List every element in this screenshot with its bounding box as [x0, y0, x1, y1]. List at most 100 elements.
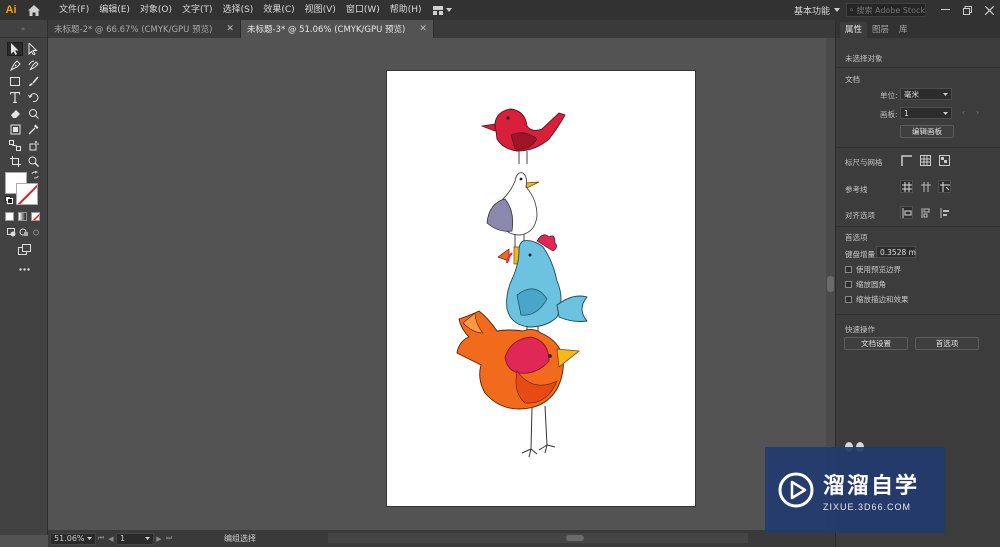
- chevron-down-icon: [87, 537, 92, 540]
- rotate-tool[interactable]: [25, 90, 41, 104]
- pen-tool[interactable]: [7, 58, 23, 72]
- close-icon[interactable]: ✕: [419, 24, 427, 34]
- none-slash-icon: [32, 213, 39, 220]
- tab-libraries[interactable]: 库: [894, 22, 913, 38]
- more-dots-icon: [18, 267, 30, 271]
- rotate-icon: [27, 92, 38, 102]
- birds-illustration[interactable]: [387, 71, 697, 508]
- edit-artboards-button[interactable]: 编辑画板: [900, 125, 954, 138]
- document-tab-3[interactable]: 未标题-3* @ 51.06% (CMYK/GPU 预览) ✕: [240, 20, 434, 38]
- last-artboard-button[interactable]: ⏭: [164, 534, 174, 543]
- stock-search-input[interactable]: 搜索 Adobe Stock: [846, 3, 926, 17]
- warp-icon: [28, 108, 39, 119]
- scale-corners-checkbox[interactable]: 缩放圆角: [845, 279, 886, 290]
- paintbrush-tool[interactable]: [25, 74, 41, 88]
- curvature-tool[interactable]: [25, 58, 41, 72]
- prev-artboard-arrow[interactable]: ‹: [962, 108, 965, 117]
- free-transform-tool[interactable]: [7, 122, 23, 136]
- first-artboard-button[interactable]: ⏮: [96, 534, 106, 543]
- scale-tool[interactable]: [25, 106, 41, 120]
- draw-inside-mode[interactable]: [28, 225, 44, 239]
- close-icon[interactable]: ✕: [226, 24, 234, 34]
- show-guides-icon[interactable]: [900, 180, 913, 193]
- artboard-tool[interactable]: [7, 154, 23, 168]
- eraser-tool[interactable]: [7, 106, 23, 120]
- tab-layers[interactable]: 图层: [867, 22, 894, 38]
- transparency-grid-icon[interactable]: [938, 154, 951, 167]
- grid-icon[interactable]: [919, 154, 932, 167]
- zoom-tool[interactable]: [25, 154, 41, 168]
- scale-strokes-effects-checkbox[interactable]: 缩放描边和效果: [845, 294, 909, 305]
- smart-guides-icon[interactable]: [938, 180, 951, 193]
- home-icon[interactable]: [22, 0, 46, 20]
- artboard-icon: [9, 155, 21, 167]
- artboard-dropdown[interactable]: 1: [900, 107, 952, 119]
- align-to-selection-icon[interactable]: [900, 206, 913, 219]
- type-tool[interactable]: [7, 90, 23, 104]
- arrange-documents-button[interactable]: [432, 5, 452, 15]
- pen-icon: [9, 59, 21, 71]
- search-placeholder: 搜索 Adobe Stock: [856, 5, 925, 15]
- document-setup-button[interactable]: 文档设置: [844, 337, 908, 350]
- horizontal-scroll-thumb[interactable]: [566, 535, 584, 541]
- toolbar-collapse-grip[interactable]: »: [0, 20, 47, 38]
- color-mode-button[interactable]: [5, 212, 14, 221]
- swap-fill-stroke-icon[interactable]: [31, 170, 39, 179]
- current-tool-status[interactable]: 编组选择: [224, 533, 256, 544]
- align-to-key-object-icon[interactable]: [919, 206, 932, 219]
- zoom-level-field[interactable]: 51.06%: [50, 532, 96, 545]
- blend-icon: [9, 139, 21, 151]
- document-tabbar: 未标题-2* @ 66.67% (CMYK/GPU 预览) ✕ 未标题-3* @…: [48, 20, 835, 38]
- workspace-switcher[interactable]: 基本功能: [790, 4, 834, 17]
- close-window-button[interactable]: [978, 0, 1000, 20]
- menu-type[interactable]: 文字(T): [177, 0, 218, 20]
- watermark-url: ZIXUE.3D66.COM: [823, 502, 912, 512]
- artboard[interactable]: [386, 70, 696, 507]
- artboard-label: 画板:: [880, 110, 898, 119]
- canvas-area[interactable]: [48, 38, 826, 530]
- menu-help[interactable]: 帮助(H): [385, 0, 427, 20]
- quick-actions-label: 快速操作: [845, 325, 875, 334]
- menu-select[interactable]: 选择(S): [218, 0, 259, 20]
- rectangle-tool[interactable]: [7, 74, 23, 88]
- keyboard-increment-input[interactable]: 0.3528 m: [876, 246, 916, 258]
- ruler-icon[interactable]: [900, 154, 913, 167]
- menu-object[interactable]: 对象(O): [135, 0, 177, 20]
- screen-mode-button[interactable]: [16, 242, 32, 256]
- menu-view[interactable]: 视图(V): [300, 0, 341, 20]
- blend-tool[interactable]: [7, 138, 23, 152]
- gradient-mode-button[interactable]: [18, 212, 27, 221]
- default-colors-icon[interactable]: [5, 196, 13, 204]
- menu-file[interactable]: 文件(F): [54, 0, 94, 20]
- next-artboard-arrow[interactable]: ›: [976, 108, 979, 117]
- sprayer-icon: [29, 140, 39, 150]
- eyedropper-tool[interactable]: [25, 122, 41, 136]
- artboard-number-field[interactable]: 1: [116, 532, 154, 545]
- document-tab-2[interactable]: 未标题-2* @ 66.67% (CMYK/GPU 预览) ✕: [48, 20, 241, 38]
- horizontal-scrollbar[interactable]: [328, 533, 748, 543]
- menu-edit[interactable]: 编辑(E): [94, 0, 135, 20]
- play-logo-icon: [778, 472, 814, 508]
- next-artboard-button[interactable]: ▶: [154, 535, 164, 543]
- lock-guides-icon[interactable]: [919, 180, 932, 193]
- restore-button[interactable]: [956, 0, 978, 20]
- align-options-label: 对齐选项: [845, 211, 875, 220]
- rectangle-icon: [10, 76, 20, 86]
- tab-properties[interactable]: 属性: [840, 22, 868, 38]
- align-to-artboard-icon[interactable]: [938, 206, 951, 219]
- symbol-sprayer-tool[interactable]: [25, 138, 41, 152]
- selection-tool[interactable]: [7, 42, 23, 56]
- none-mode-button[interactable]: [31, 212, 40, 221]
- edit-toolbar-button[interactable]: [16, 262, 32, 276]
- screen-mode-icon: [17, 243, 31, 255]
- vertical-scroll-thumb[interactable]: [827, 276, 834, 292]
- menu-effect[interactable]: 效果(C): [258, 0, 299, 20]
- stroke-swatch[interactable]: [16, 183, 38, 205]
- menu-window[interactable]: 窗口(W): [341, 0, 385, 20]
- preferences-button[interactable]: 首选项: [915, 337, 979, 350]
- minimize-button[interactable]: [934, 0, 956, 20]
- use-preview-bounds-checkbox[interactable]: 使用预览边界: [845, 264, 901, 275]
- units-dropdown[interactable]: 毫米: [900, 88, 952, 100]
- previous-artboard-button[interactable]: ◀: [106, 535, 116, 543]
- direct-selection-tool[interactable]: [25, 42, 41, 56]
